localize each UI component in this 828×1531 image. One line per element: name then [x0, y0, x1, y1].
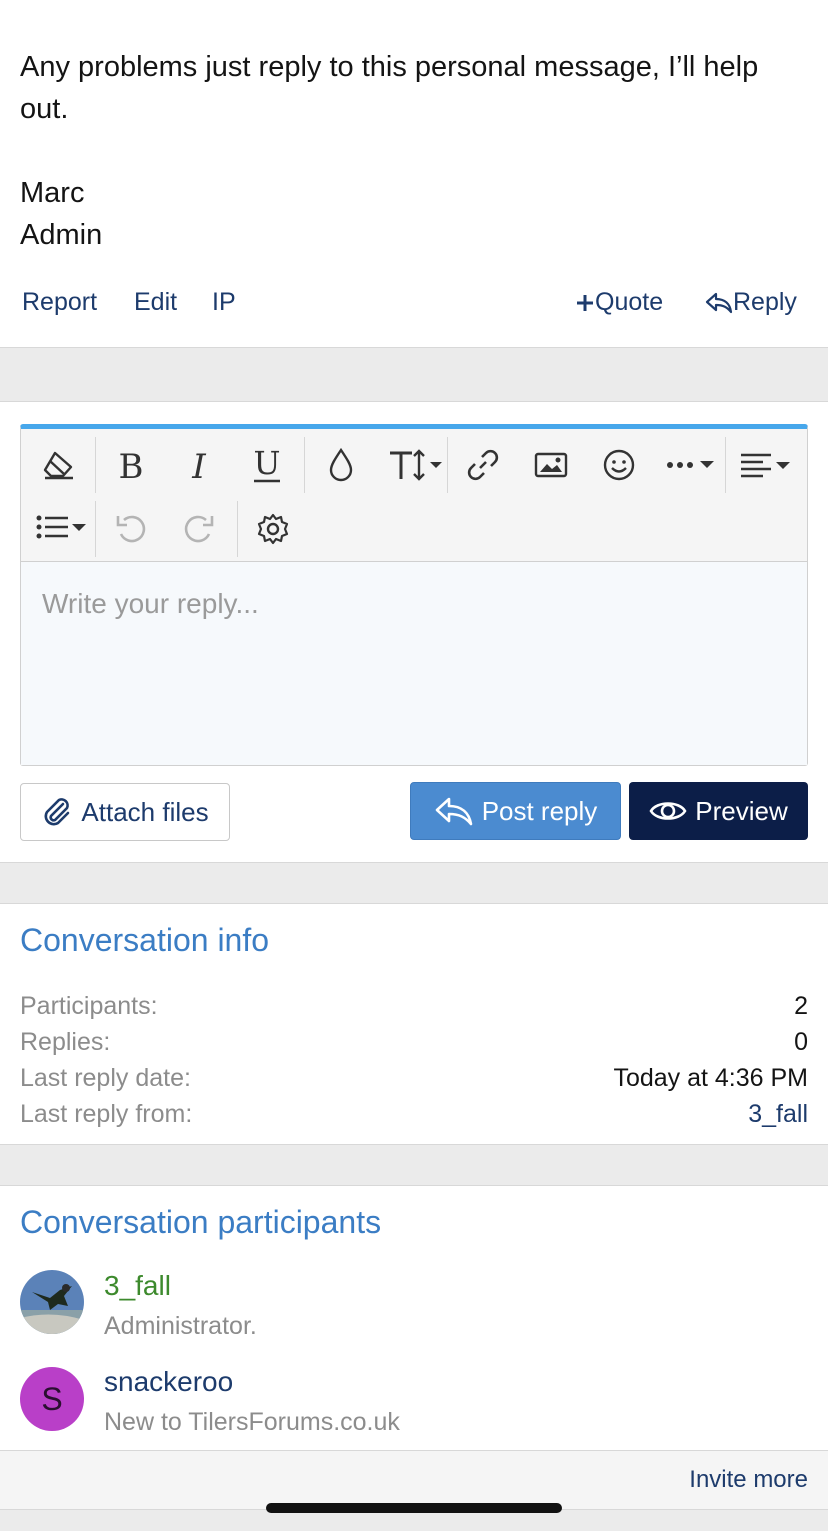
avatar-letter: S [41, 1380, 63, 1417]
preview-label: Preview [695, 795, 788, 826]
paperclip-icon [44, 798, 70, 826]
smiley-icon[interactable] [591, 437, 647, 493]
preview-button[interactable]: Preview [629, 782, 808, 840]
conversation-info-title: Conversation info [20, 922, 270, 958]
reply-button[interactable]: Reply [705, 288, 797, 317]
post-reply-label: Post reply [481, 795, 598, 826]
editor-toolbar: B I U [21, 429, 807, 562]
info-label: Last reply from: [20, 1100, 193, 1128]
info-label: Participants: [20, 992, 158, 1020]
reply-arrow-icon [435, 797, 472, 826]
underline-icon[interactable]: U [239, 437, 295, 493]
message-block: Any problems just reply to this personal… [0, 0, 828, 348]
image-icon[interactable] [523, 437, 579, 493]
reply-label: Reply [733, 288, 797, 316]
svg-text:I: I [191, 448, 206, 482]
participant-role: Administrator. [104, 1312, 257, 1340]
reply-editor-section: B I U Write your reply... Attach files P… [0, 401, 828, 863]
report-link[interactable]: Report [22, 288, 97, 317]
info-row-last-reply-date: Last reply date: Today at 4:36 PM [20, 1064, 808, 1100]
post-reply-button[interactable]: Post reply [410, 782, 621, 840]
quote-label: Quote [595, 288, 664, 316]
message-line: out. [20, 93, 69, 125]
italic-icon[interactable]: I [171, 437, 227, 493]
signature-name: Marc [20, 177, 85, 209]
link-icon[interactable] [455, 437, 511, 493]
participant-name[interactable]: snackeroo [104, 1366, 233, 1398]
participant-name[interactable]: 3_fall [104, 1270, 171, 1302]
attach-files-button[interactable]: Attach files [20, 783, 230, 841]
quote-button[interactable]: Quote [575, 288, 663, 317]
home-indicator[interactable] [266, 1503, 562, 1513]
align-icon[interactable] [733, 437, 797, 493]
info-value: Today at 4:36 PM [613, 1064, 808, 1092]
bold-icon[interactable]: B [103, 437, 159, 493]
avatar[interactable]: S [20, 1367, 84, 1431]
more-icon[interactable] [659, 437, 723, 493]
svg-text:U: U [254, 446, 281, 482]
post-actions: Report Edit IP Quote Reply [0, 280, 828, 324]
participants-title: Conversation participants [20, 1204, 382, 1240]
redo-icon[interactable] [171, 501, 227, 557]
ip-link[interactable]: IP [212, 288, 236, 317]
participants-footer: Invite more [0, 1450, 828, 1510]
attach-files-label: Attach files [81, 796, 209, 827]
info-row-replies: Replies: 0 [20, 1028, 808, 1064]
avatar[interactable] [20, 1270, 84, 1334]
edit-link[interactable]: Edit [134, 288, 177, 317]
info-value: 2 [794, 992, 808, 1020]
message-line: Any problems just reply to this personal… [20, 51, 759, 83]
reply-placeholder: Write your reply... [42, 588, 259, 619]
last-reply-user-link[interactable]: 3_fall [748, 1100, 808, 1129]
reply-textarea[interactable]: Write your reply... [21, 562, 807, 765]
settings-icon[interactable] [245, 501, 301, 557]
participant-role: New to TilersForums.co.uk [104, 1408, 400, 1436]
info-label: Last reply date: [20, 1064, 191, 1092]
info-label: Replies: [20, 1028, 111, 1056]
plus-icon [577, 295, 593, 312]
info-value: 0 [794, 1028, 808, 1056]
signature: Marc Admin [20, 172, 102, 256]
reply-arrow-icon [705, 293, 733, 314]
color-icon[interactable] [313, 437, 369, 493]
signature-role: Admin [20, 219, 103, 251]
message-body: Any problems just reply to this personal… [20, 46, 810, 130]
text-size-icon[interactable] [381, 437, 451, 493]
conversation-info: Conversation info Participants: 2 Replie… [0, 903, 828, 1145]
list-icon[interactable] [29, 499, 93, 555]
conversation-participants: Conversation participants 3_fall Adminis… [0, 1185, 828, 1451]
info-row-participants: Participants: 2 [20, 992, 808, 1028]
info-row-last-reply-from: Last reply from: 3_fall [20, 1100, 808, 1136]
undo-icon[interactable] [103, 501, 159, 557]
svg-text:B: B [119, 448, 144, 482]
invite-more-link[interactable]: Invite more [689, 1466, 808, 1494]
rich-text-editor: B I U Write your reply... [20, 424, 808, 766]
eye-icon [649, 802, 687, 820]
eraser-icon[interactable] [31, 437, 87, 493]
